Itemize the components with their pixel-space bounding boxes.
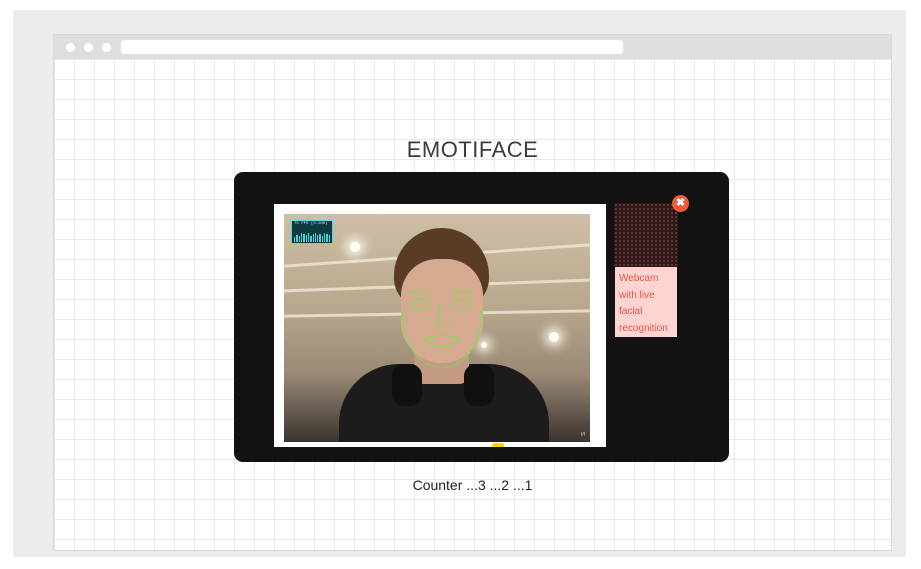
webcam-video: 75 FPS (0-100) f/f [284,214,590,442]
webcam-preview-thumbnail [614,203,678,267]
right-brow-outline [450,290,475,295]
video-watermark: f/f [580,432,585,438]
browser-titlebar [54,35,891,59]
fps-bar [324,233,326,242]
fps-bar [305,234,307,242]
fps-bar [294,237,296,242]
window-minimize-dot[interactable] [84,43,93,52]
mouth-outline [423,335,461,347]
jawline-outline [401,308,483,369]
fps-bar [328,235,330,242]
right-eye-outline [451,298,473,310]
window-close-dot[interactable] [66,43,75,52]
address-bar[interactable] [121,40,623,54]
fps-bar [296,235,298,242]
face-tracking-overlay [401,290,483,369]
fps-meter: 75 FPS (0-100) [291,220,333,244]
screenshot-background: EMOTIFACE 75 FPS (0-100) f/f Webcam with… [13,10,906,557]
fps-bar [317,235,319,242]
left-eye-outline [409,298,431,310]
page-content: EMOTIFACE 75 FPS (0-100) f/f Webcam with… [54,59,891,550]
webcam-modal: 75 FPS (0-100) f/f Webcam with live faci… [234,172,729,462]
recording-indicator [492,443,504,447]
nose-outline [436,301,451,329]
fps-bar [319,233,321,242]
fps-bar [310,236,312,242]
window-maximize-dot[interactable] [102,43,111,52]
fps-bar [326,234,328,242]
fps-bar [307,233,310,242]
fps-bar [300,233,303,242]
fps-bar [321,235,324,242]
fps-bar [312,234,314,242]
browser-window: EMOTIFACE 75 FPS (0-100) f/f Webcam with… [53,34,892,551]
close-icon[interactable]: ✖ [672,195,689,212]
fps-bar [298,236,300,242]
fps-bar [303,234,305,242]
webcam-frame: 75 FPS (0-100) f/f [274,204,606,447]
fps-label: 75 FPS (0-100) [294,222,328,226]
countdown-text: Counter ...3 ...2 ...1 [412,477,533,493]
page-title: EMOTIFACE [406,137,539,162]
fps-bar [314,232,317,242]
left-brow-outline [407,290,432,295]
fps-bars [294,232,330,242]
webcam-caption: Webcam with live facial recognition [615,267,677,337]
